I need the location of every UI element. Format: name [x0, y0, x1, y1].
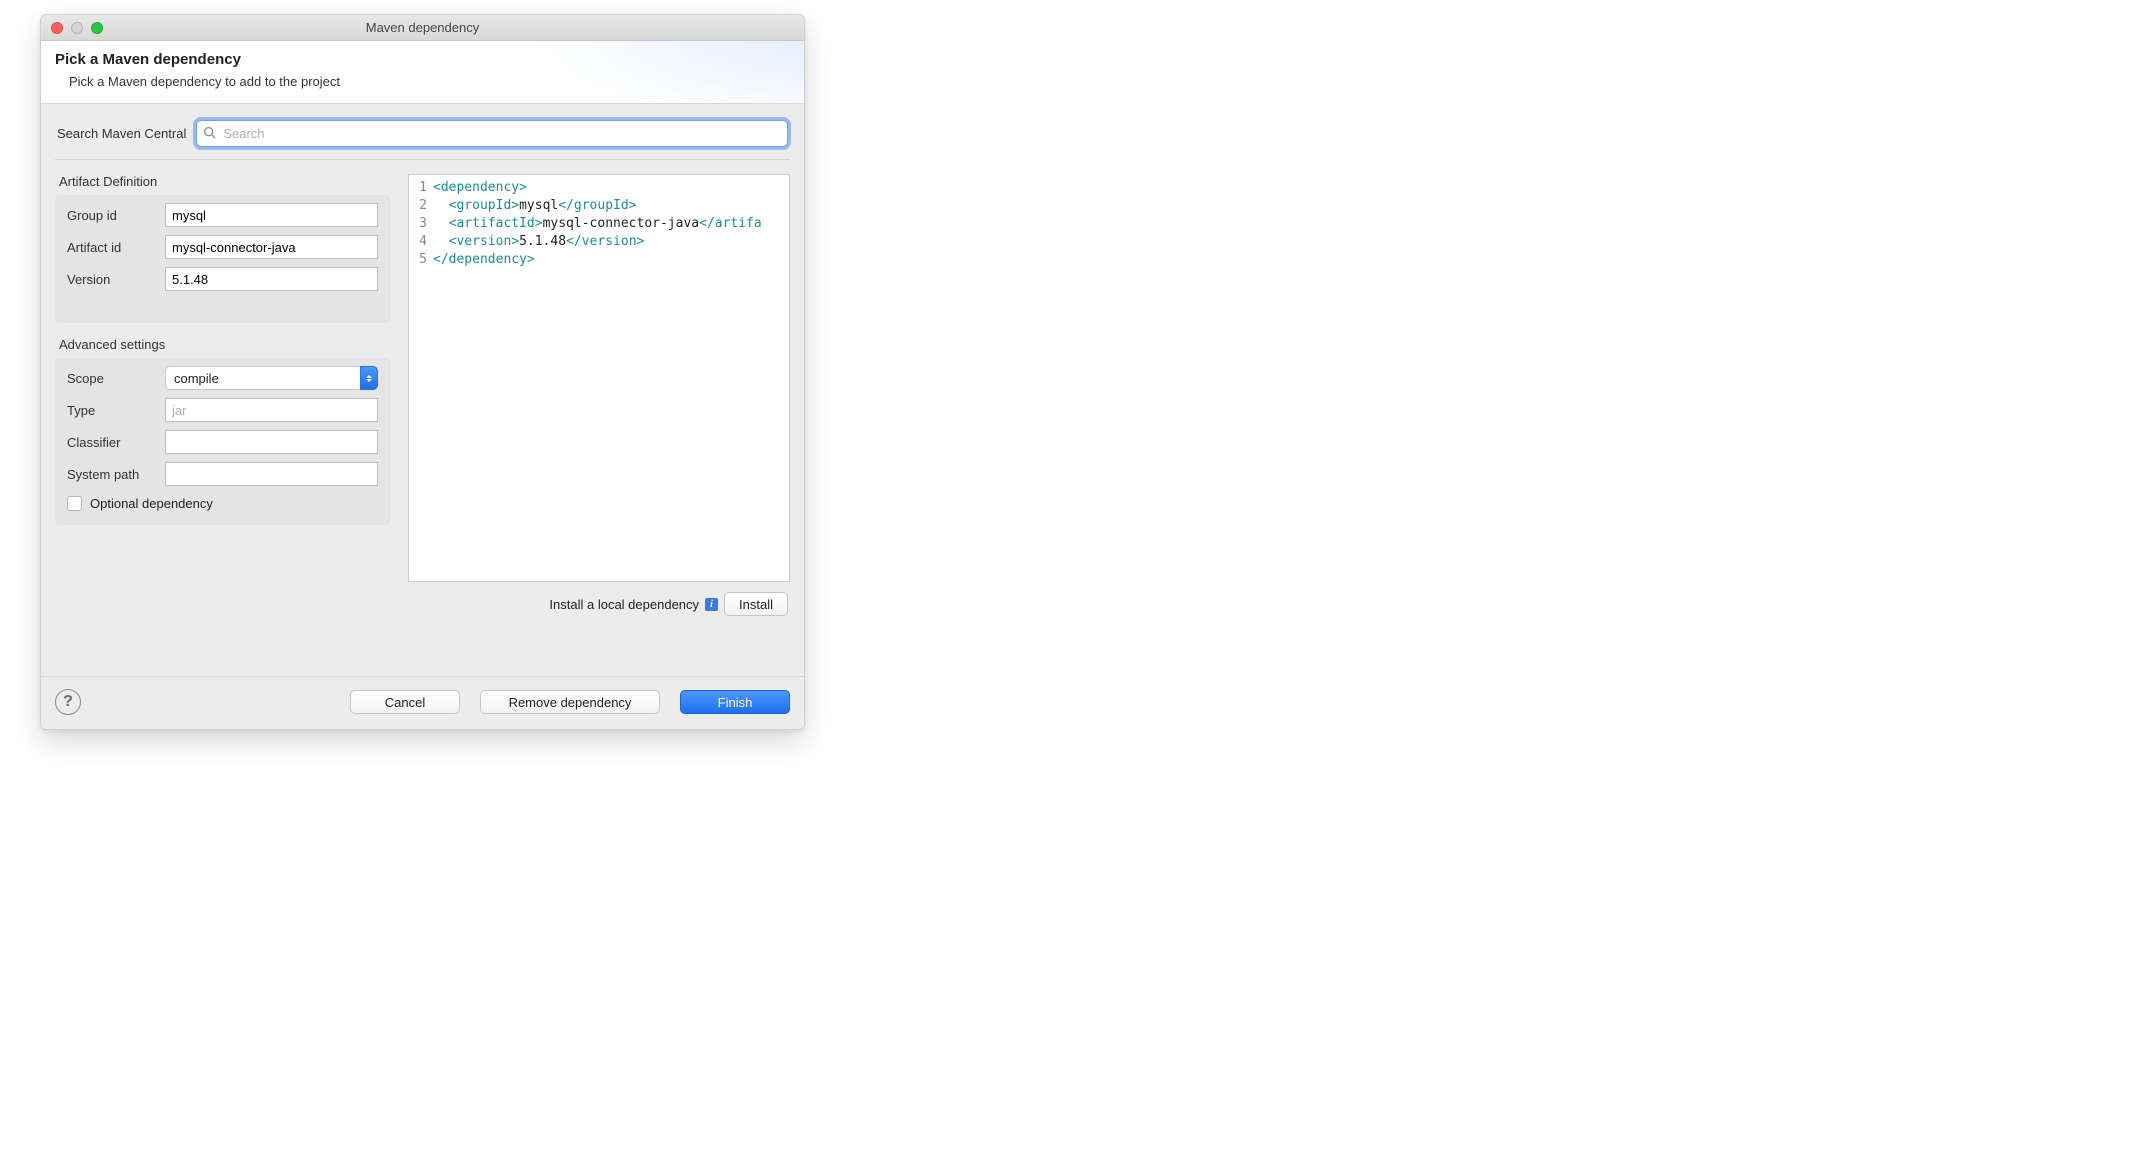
- search-icon: [203, 126, 216, 142]
- line-number: 2: [419, 198, 427, 213]
- body-panel: Search Maven Central Artifact Definition…: [41, 104, 804, 676]
- columns: Artifact Definition Group id Artifact id…: [55, 174, 790, 618]
- chevron-up-down-icon: [360, 366, 378, 390]
- artifact-id-label: Artifact id: [67, 240, 159, 255]
- system-path-input[interactable]: [165, 462, 378, 486]
- left-column: Artifact Definition Group id Artifact id…: [55, 174, 390, 618]
- xml-version: 5.1.48: [519, 234, 566, 249]
- scope-label: Scope: [67, 371, 159, 386]
- search-label: Search Maven Central: [57, 126, 186, 141]
- footer: ? Cancel Remove dependency Finish: [41, 676, 804, 729]
- classifier-input[interactable]: [165, 430, 378, 454]
- finish-button[interactable]: Finish: [680, 690, 790, 714]
- xml-group-id: mysql: [519, 198, 558, 213]
- classifier-label: Classifier: [67, 435, 159, 450]
- artifact-definition-section: Artifact Definition Group id Artifact id…: [55, 174, 390, 323]
- remove-dependency-button[interactable]: Remove dependency: [480, 690, 660, 714]
- type-input[interactable]: [165, 398, 378, 422]
- line-gutter: 1 2 3 4 5: [409, 175, 429, 581]
- artifact-id-input[interactable]: [165, 235, 378, 259]
- page-subtitle: Pick a Maven dependency to add to the pr…: [55, 74, 788, 89]
- dialog-window: Maven dependency Pick a Maven dependency…: [40, 14, 805, 730]
- advanced-settings-section: Advanced settings Scope compile: [55, 337, 390, 525]
- install-button[interactable]: Install: [724, 592, 788, 616]
- artifact-group: Group id Artifact id Version: [55, 195, 390, 323]
- optional-checkbox[interactable]: [67, 496, 82, 511]
- advanced-section-label: Advanced settings: [59, 337, 390, 352]
- line-number: 4: [419, 234, 427, 249]
- page-title: Pick a Maven dependency: [55, 51, 788, 68]
- artifact-section-label: Artifact Definition: [59, 174, 390, 189]
- window-title: Maven dependency: [41, 20, 804, 35]
- optional-row: Optional dependency: [67, 496, 378, 511]
- search-row: Search Maven Central: [55, 116, 790, 160]
- search-input[interactable]: [196, 120, 788, 147]
- system-path-label: System path: [67, 467, 159, 482]
- xml-preview: 1 2 3 4 5 <dependency> <groupId>mysql</g…: [408, 174, 790, 582]
- install-label: Install a local dependency: [549, 597, 699, 612]
- info-icon[interactable]: i: [705, 598, 718, 611]
- xml-code[interactable]: <dependency> <groupId>mysql</groupId> <a…: [429, 175, 762, 581]
- optional-label: Optional dependency: [90, 496, 213, 511]
- scope-value: compile: [165, 366, 360, 390]
- install-row: Install a local dependency i Install: [408, 582, 790, 618]
- right-column: 1 2 3 4 5 <dependency> <groupId>mysql</g…: [408, 174, 790, 618]
- search-input-wrap: [196, 120, 788, 147]
- line-number: 5: [419, 252, 427, 267]
- type-label: Type: [67, 403, 159, 418]
- header-panel: Pick a Maven dependency Pick a Maven dep…: [41, 41, 804, 104]
- xml-artifact-id: mysql-connector-java: [543, 216, 700, 231]
- line-number: 1: [419, 180, 427, 195]
- titlebar: Maven dependency: [41, 15, 804, 41]
- version-input[interactable]: [165, 267, 378, 291]
- advanced-group: Scope compile Type: [55, 358, 390, 525]
- cancel-button[interactable]: Cancel: [350, 690, 460, 714]
- line-number: 3: [419, 216, 427, 231]
- version-label: Version: [67, 272, 159, 287]
- help-icon[interactable]: ?: [55, 689, 81, 715]
- scope-select[interactable]: compile: [165, 366, 378, 390]
- group-id-input[interactable]: [165, 203, 378, 227]
- group-id-label: Group id: [67, 208, 159, 223]
